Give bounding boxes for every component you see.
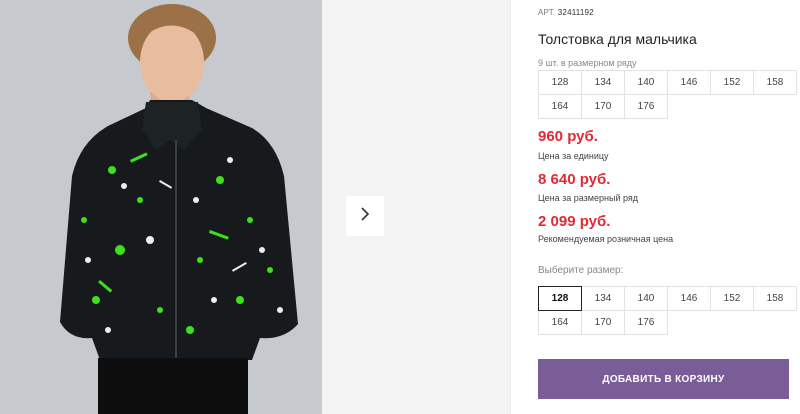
size-option[interactable]: 140 xyxy=(624,286,668,311)
add-to-cart-button[interactable]: ДОБАВИТЬ В КОРЗИНУ xyxy=(538,359,789,399)
divider xyxy=(510,0,511,414)
size-row-cell: 176 xyxy=(624,94,668,119)
unit-price: 960 руб. xyxy=(538,128,598,145)
size-row-cell: 140 xyxy=(624,70,668,95)
chevron-right-icon xyxy=(359,206,371,227)
size-option[interactable]: 158 xyxy=(753,286,797,311)
size-row-cell: 146 xyxy=(667,70,711,95)
article-number: 32411192 xyxy=(557,8,594,17)
size-option[interactable]: 170 xyxy=(581,310,625,335)
size-option[interactable]: 128 xyxy=(538,286,582,311)
gallery-next-button[interactable] xyxy=(346,196,384,236)
unit-price-label: Цена за единицу xyxy=(538,151,609,161)
size-row-grid: 128 134 140 146 152 158 164 170 176 xyxy=(538,70,797,119)
size-row-cell: 164 xyxy=(538,94,582,119)
size-option[interactable]: 152 xyxy=(710,286,754,311)
size-option[interactable]: 146 xyxy=(667,286,711,311)
retail-price-label: Рекомендуемая розничная цена xyxy=(538,234,674,244)
product-photo xyxy=(0,0,322,414)
retail-price: 2 099 руб. xyxy=(538,213,611,230)
size-select-grid: 128 134 140 146 152 158 164 170 176 xyxy=(538,286,797,335)
row-price-label: Цена за размерный ряд xyxy=(538,193,639,203)
size-row-cell: 158 xyxy=(753,70,797,95)
size-row-cell: 134 xyxy=(581,70,625,95)
size-row-cell: 128 xyxy=(538,70,582,95)
article-code: АРТ. 32411192 xyxy=(538,8,594,17)
article-label: АРТ. xyxy=(538,8,556,17)
row-price: 8 640 руб. xyxy=(538,171,611,188)
size-row-cell: 152 xyxy=(710,70,754,95)
size-select-label: Выберите размер: xyxy=(538,265,624,276)
sizes-note: 9 шт. в размерном ряду xyxy=(538,58,637,68)
size-option[interactable]: 134 xyxy=(581,286,625,311)
size-row-cell: 170 xyxy=(581,94,625,119)
product-title: Толстовка для мальчика xyxy=(538,31,697,47)
size-option[interactable]: 176 xyxy=(624,310,668,335)
size-option[interactable]: 164 xyxy=(538,310,582,335)
